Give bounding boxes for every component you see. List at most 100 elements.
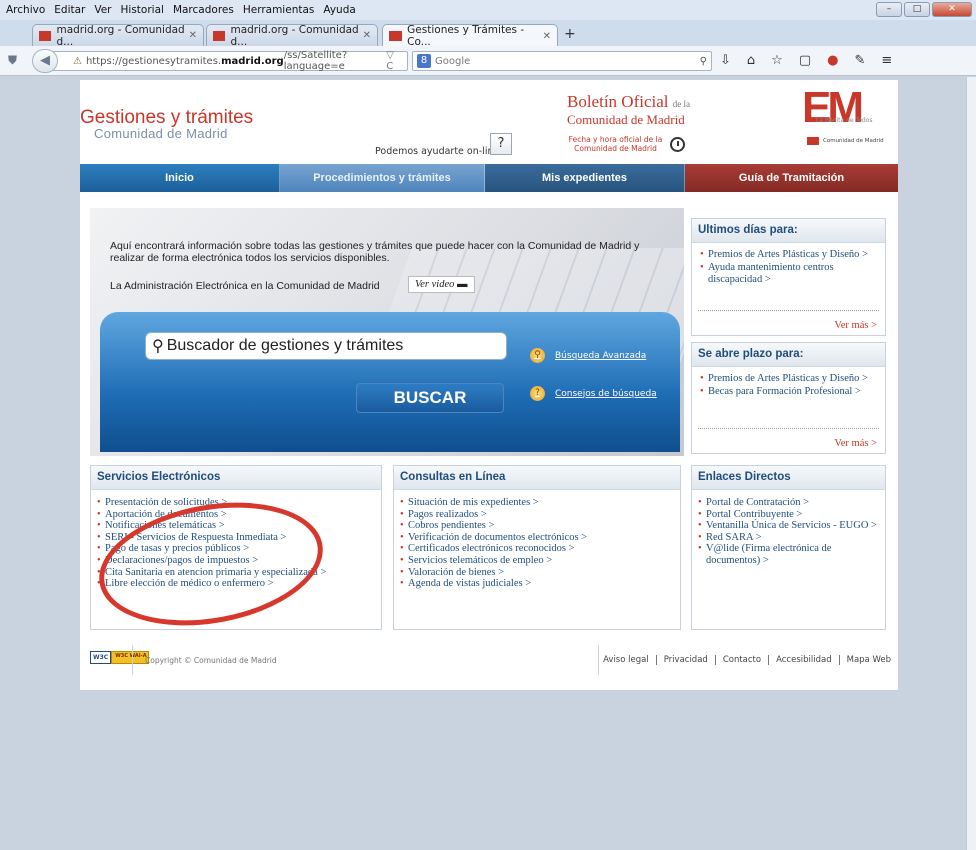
back-button[interactable]: ◀ bbox=[32, 49, 58, 73]
boletin-logo[interactable]: Boletín Oficial de la Comunidad de Madri… bbox=[567, 93, 690, 127]
url-prefix: https://gestionesytramites. bbox=[85, 55, 222, 67]
search-placeholder: Buscador de gestiones y trámites bbox=[166, 337, 404, 354]
footer-link-accesibilidad[interactable]: Accesibilidad bbox=[768, 655, 839, 665]
list-item[interactable]: SERI - Servicios de Respuesta Inmediata … bbox=[97, 532, 375, 544]
footer-link-aviso[interactable]: Aviso legal bbox=[596, 655, 656, 665]
search-icon: ⚲ bbox=[152, 338, 164, 355]
reload-icon[interactable]: ▽ C bbox=[386, 50, 401, 72]
bookmark-star-icon[interactable]: ☆ bbox=[771, 53, 783, 68]
close-tab-icon[interactable]: ✕ bbox=[363, 30, 371, 41]
list-item[interactable]: Servicios telemáticos de empleo > bbox=[400, 555, 674, 567]
browser-tab-2[interactable]: madrid.org - Comunidad d... ✕ bbox=[206, 24, 378, 48]
nav-inicio[interactable]: Inicio bbox=[80, 164, 280, 192]
hero-intro: Aquí encontrará información sobre todas … bbox=[110, 240, 640, 264]
divider bbox=[698, 310, 879, 311]
list-item[interactable]: Valoración de bienes > bbox=[400, 567, 674, 579]
list-item[interactable]: Cita Sanitaria en atencion primaria y es… bbox=[97, 567, 375, 579]
list-item[interactable]: Red SARA > bbox=[698, 532, 879, 544]
magnifier-icon[interactable]: ⚲ bbox=[700, 56, 707, 67]
ver-mas-link[interactable]: Ver más > bbox=[834, 438, 877, 449]
clipboard-icon[interactable]: ▢ bbox=[799, 53, 811, 68]
menu-ayuda[interactable]: Ayuda bbox=[323, 4, 355, 16]
servicios-title: Servicios Electrónicos bbox=[91, 466, 381, 490]
nav-guia[interactable]: Guía de Tramitación bbox=[685, 164, 898, 192]
admin-text: La Administración Electrónica en la Comu… bbox=[110, 280, 380, 292]
lock-icon: ⚠ bbox=[73, 55, 82, 67]
em-logo[interactable]: EM bbox=[802, 86, 872, 132]
browser-tab-3[interactable]: Gestiones y Trámites - Co... ✕ bbox=[382, 24, 558, 48]
close-tab-icon[interactable]: ✕ bbox=[543, 31, 551, 42]
search-button[interactable]: BUSCAR bbox=[356, 383, 504, 413]
list-item[interactable]: Agenda de vistas judiciales > bbox=[400, 578, 674, 590]
list-item[interactable]: Portal de Contratación > bbox=[698, 497, 879, 509]
minimize-button[interactable]: – bbox=[876, 2, 902, 17]
footer-link-privacidad[interactable]: Privacidad bbox=[655, 655, 715, 665]
site-header: Gestiones y trámites Comunidad de Madrid… bbox=[80, 80, 898, 160]
consultas-title: Consultas en Línea bbox=[394, 466, 680, 490]
search-bar[interactable]: 8 Google ⚲ bbox=[412, 51, 712, 71]
web-page: Gestiones y trámites Comunidad de Madrid… bbox=[80, 80, 898, 690]
menu-historial[interactable]: Historial bbox=[121, 4, 164, 16]
list-item[interactable]: Ayuda mantenimiento centros discapacidad… bbox=[700, 262, 879, 287]
menu-icon[interactable]: ≡ bbox=[881, 53, 892, 68]
list-item[interactable]: Ventanilla Única de Servicios - EUGO > bbox=[698, 520, 879, 532]
help-button[interactable]: ? bbox=[490, 133, 512, 155]
menu-marcadores[interactable]: Marcadores bbox=[173, 4, 234, 16]
browser-tab-1[interactable]: madrid.org - Comunidad d... ✕ bbox=[32, 24, 204, 48]
wai-badge[interactable]: W3C W3C WAI-A WCAG 1.0 bbox=[90, 651, 150, 664]
extension-icon[interactable]: ✎ bbox=[854, 53, 865, 68]
search-input[interactable]: ⚲ Buscador de gestiones y trámites bbox=[145, 332, 507, 360]
nav-mis-expedientes[interactable]: Mis expedientes bbox=[485, 164, 685, 192]
menu-editar[interactable]: Editar bbox=[54, 4, 85, 16]
em-tagline: La Bonita de Todos bbox=[816, 117, 873, 124]
list-item[interactable]: Cobros pendientes > bbox=[400, 520, 674, 532]
download-icon[interactable]: ⇩ bbox=[720, 53, 731, 68]
home-icon[interactable]: ⌂ bbox=[747, 53, 755, 68]
tab-bar: madrid.org - Comunidad d... ✕ madrid.org… bbox=[0, 20, 976, 48]
menu-ver[interactable]: Ver bbox=[94, 4, 111, 16]
google-icon: 8 bbox=[417, 54, 431, 68]
maximize-button[interactable]: □ bbox=[904, 2, 930, 17]
list-item[interactable]: Notificaciones telemáticas > bbox=[97, 520, 375, 532]
clock-icon[interactable] bbox=[670, 137, 685, 152]
menu-archivo[interactable]: Archivo bbox=[6, 4, 45, 16]
list-item[interactable]: Certificados electrónicos reconocidos > bbox=[400, 543, 674, 555]
footer-link-mapa[interactable]: Mapa Web bbox=[838, 655, 898, 665]
video-button[interactable]: Ver video ▬ bbox=[408, 276, 475, 293]
footer-link-contacto[interactable]: Contacto bbox=[714, 655, 768, 665]
list-item[interactable]: Aportación de documentos > bbox=[97, 509, 375, 521]
madrid-favicon-icon bbox=[213, 30, 226, 41]
list-item[interactable]: V@lide (Firma electrónica de documentos)… bbox=[698, 543, 879, 566]
ultimos-dias-title: Ultimos días para: bbox=[692, 219, 885, 243]
close-tab-icon[interactable]: ✕ bbox=[189, 30, 197, 41]
addon-icon[interactable]: ● bbox=[827, 53, 838, 68]
url-bar[interactable]: ⚠ https://gestionesytramites. madrid.org /… bbox=[48, 50, 408, 72]
list-item[interactable]: Libre elección de médico o enfermero > bbox=[97, 578, 375, 590]
list-item[interactable]: Verificación de documentos electrónicos … bbox=[400, 532, 674, 544]
search-engine-label: Google bbox=[435, 55, 471, 67]
w3c-icon: W3C bbox=[90, 651, 112, 664]
vertical-scrollbar[interactable] bbox=[966, 77, 976, 850]
search-tips-link[interactable]: ? Consejos de búsqueda bbox=[530, 386, 657, 401]
flag-icon bbox=[807, 137, 819, 145]
menu-herramientas[interactable]: Herramientas bbox=[243, 4, 315, 16]
list-item[interactable]: Presentación de solicitudes > bbox=[97, 497, 375, 509]
list-item[interactable]: Declaraciones/pagos de impuestos > bbox=[97, 555, 375, 567]
close-window-button[interactable]: ✕ bbox=[932, 2, 972, 17]
advanced-search-link[interactable]: ⚲ Búsqueda Avanzada bbox=[530, 348, 646, 363]
shield-icon[interactable]: ⛊ bbox=[8, 53, 17, 68]
list-item[interactable]: Premios de Artes Plásticas y Diseño > bbox=[700, 249, 879, 262]
official-time-text: Fecha y hora oficial de la Comunidad de … bbox=[568, 135, 663, 153]
list-item[interactable]: Portal Contribuyente > bbox=[698, 509, 879, 521]
boletin-subtitle: Comunidad de Madrid bbox=[567, 112, 685, 127]
list-item[interactable]: Situación de mis expedientes > bbox=[400, 497, 674, 509]
nav-procedimientos[interactable]: Procedimientos y trámites bbox=[280, 164, 485, 192]
enlaces-title: Enlaces Directos bbox=[692, 466, 885, 490]
list-item[interactable]: Pagos realizados > bbox=[400, 509, 674, 521]
list-item[interactable]: Becas para Formación Profesional > bbox=[700, 386, 879, 399]
comunidad-madrid-logo[interactable]: Comunidad de Madrid bbox=[807, 137, 884, 145]
list-item[interactable]: Premios de Artes Plásticas y Diseño > bbox=[700, 373, 879, 386]
list-item[interactable]: Pago de tasas y precios públicos > bbox=[97, 543, 375, 555]
ver-mas-link[interactable]: Ver más > bbox=[834, 320, 877, 331]
new-tab-icon[interactable]: + bbox=[564, 26, 576, 42]
